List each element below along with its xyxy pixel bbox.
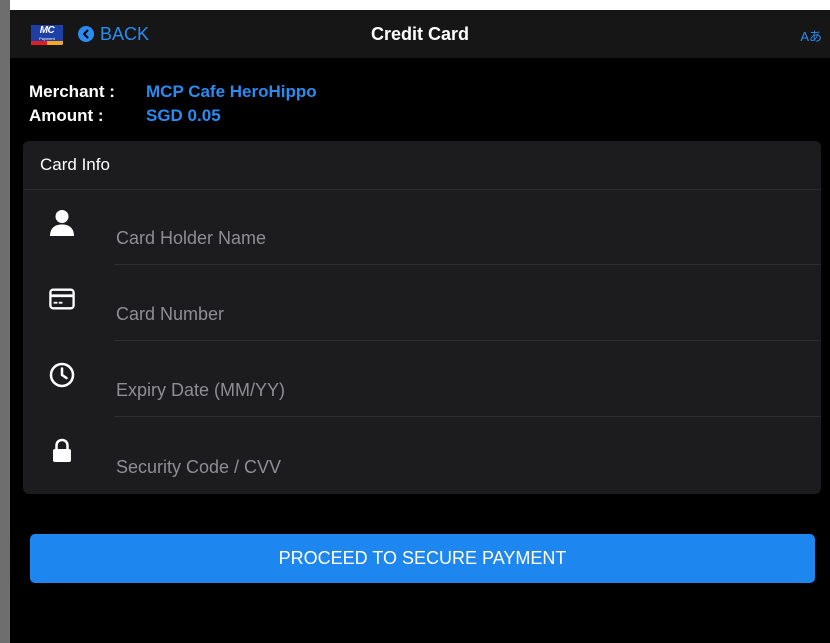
- merchant-row: Merchant : MCP Cafe HeroHippo: [29, 80, 317, 104]
- security-code-input[interactable]: [114, 418, 821, 493]
- card-number-row: [23, 266, 821, 342]
- lock-icon: [49, 436, 75, 466]
- card-holder-name-input[interactable]: [114, 190, 821, 265]
- logo-stripe: [31, 41, 63, 45]
- window-top-edge: [0, 0, 830, 10]
- back-button[interactable]: BACK: [78, 22, 149, 46]
- merchant-value: MCP Cafe HeroHippo: [146, 82, 317, 101]
- navigation-bar: MC Payment BACK Credit Card Aあ: [10, 10, 830, 58]
- merchant-info: Merchant : MCP Cafe HeroHippo Amount : S…: [29, 80, 317, 128]
- app-screen: MC Payment BACK Credit Card Aあ Merchant …: [10, 10, 830, 643]
- chevron-left-icon: [78, 26, 94, 42]
- card-info-header: Card Info: [23, 141, 821, 190]
- credit-card-icon: [49, 284, 75, 314]
- proceed-to-payment-button[interactable]: PROCEED TO SECURE PAYMENT: [30, 534, 815, 583]
- expiry-date-input[interactable]: [114, 342, 821, 417]
- clock-icon: [49, 360, 75, 390]
- back-label: BACK: [100, 23, 150, 44]
- amount-value: SGD 0.05: [146, 106, 221, 125]
- user-icon: [49, 208, 75, 238]
- language-switch-button[interactable]: Aあ: [800, 26, 822, 45]
- security-code-row: [23, 418, 821, 494]
- expiry-date-row: [23, 342, 821, 418]
- window-left-edge: [0, 0, 10, 643]
- card-holder-name-row: [23, 190, 821, 266]
- card-info-panel: Card Info: [23, 141, 821, 494]
- card-number-input[interactable]: [114, 266, 821, 341]
- amount-row: Amount : SGD 0.05: [29, 104, 317, 128]
- amount-label: Amount :: [29, 106, 104, 125]
- mc-payment-logo: MC Payment: [31, 25, 63, 45]
- merchant-label: Merchant :: [29, 82, 115, 101]
